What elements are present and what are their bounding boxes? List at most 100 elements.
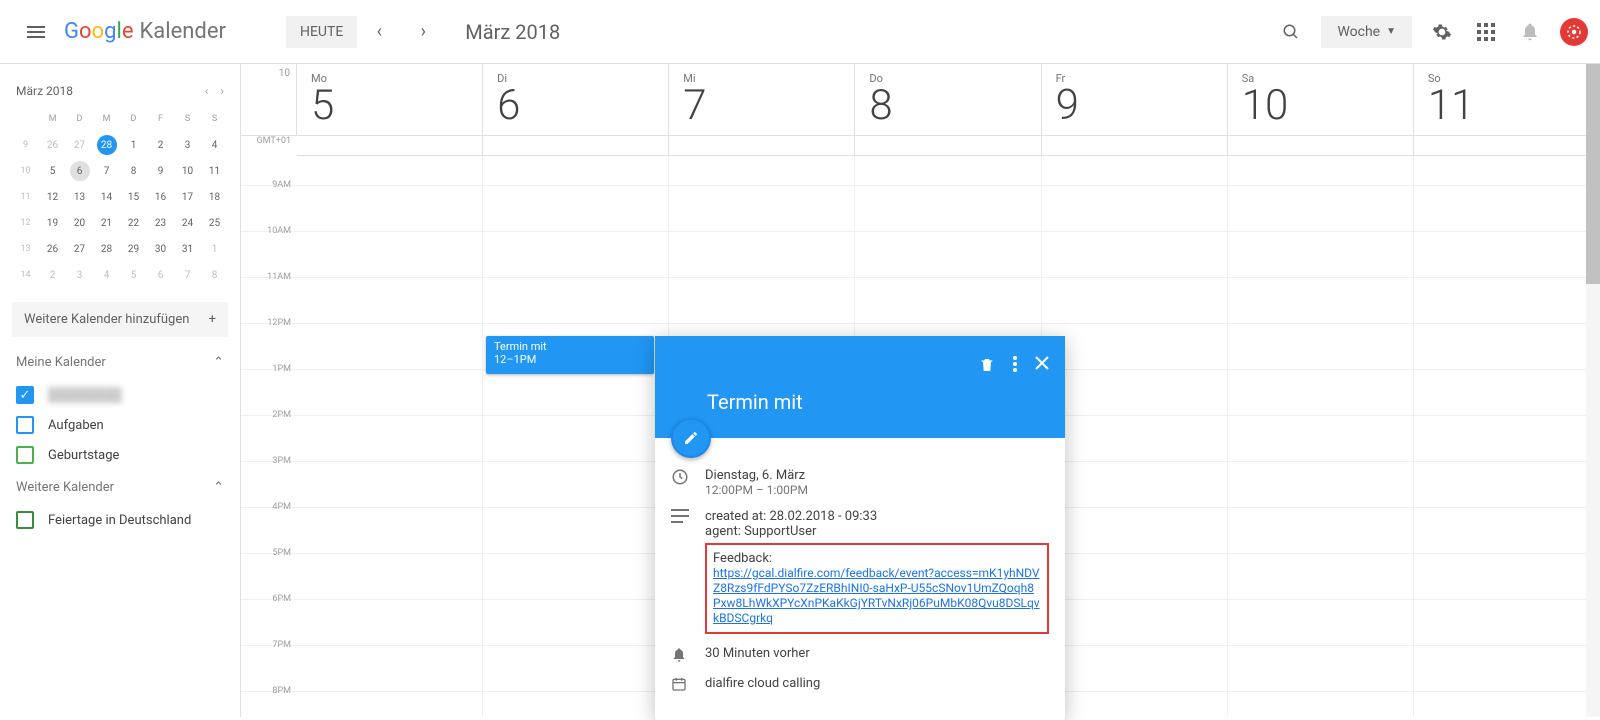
feedback-link[interactable]: https://gcal.dialfire.com/feedback/event… (713, 566, 1040, 625)
calendar-checkbox[interactable] (16, 446, 34, 464)
day-header[interactable]: Di6 (483, 64, 669, 135)
scrollbar-thumb[interactable] (1586, 64, 1600, 284)
more-options-button[interactable] (1013, 356, 1017, 374)
mini-day[interactable]: 14 (93, 184, 120, 210)
mini-day[interactable]: 10 (174, 158, 201, 184)
delete-event-button[interactable] (979, 356, 995, 374)
day-header[interactable]: Sa10 (1228, 64, 1414, 135)
main-menu-button[interactable] (12, 8, 60, 56)
calendar-item[interactable]: ✓████████ (8, 380, 232, 410)
today-button[interactable]: HEUTE (286, 16, 357, 48)
day-header[interactable]: Mo5 (297, 64, 483, 135)
mini-day[interactable]: 15 (120, 184, 147, 210)
add-calendar-label: Weitere Kalender hinzufügen (24, 312, 189, 327)
day-header[interactable]: So11 (1414, 64, 1600, 135)
calendar-checkbox[interactable] (16, 511, 34, 529)
search-button[interactable] (1271, 12, 1311, 52)
feedback-highlight-box: Feedback: https://gcal.dialfire.com/feed… (705, 543, 1049, 634)
dialfire-icon (1565, 23, 1583, 41)
settings-button[interactable] (1422, 12, 1462, 52)
mini-day[interactable]: 18 (201, 184, 228, 210)
mini-day[interactable]: 20 (66, 210, 93, 236)
mini-day[interactable]: 3 (66, 262, 93, 288)
calendar-checkbox[interactable]: ✓ (16, 386, 34, 404)
week-number: 10 (241, 64, 297, 135)
close-icon (1035, 356, 1049, 370)
mini-day[interactable]: 4 (201, 132, 228, 158)
apps-grid-icon (1477, 23, 1495, 41)
mini-day[interactable]: 30 (147, 236, 174, 262)
mini-day[interactable]: 24 (174, 210, 201, 236)
mini-day[interactable]: 22 (120, 210, 147, 236)
mini-day[interactable]: 19 (39, 210, 66, 236)
search-icon (1282, 23, 1300, 41)
mini-day[interactable]: 16 (147, 184, 174, 210)
mini-day[interactable]: 11 (201, 158, 228, 184)
mini-day[interactable]: 2 (147, 132, 174, 158)
mini-next-button[interactable]: › (220, 84, 224, 98)
mini-day[interactable]: 31 (174, 236, 201, 262)
more-vertical-icon (1013, 356, 1017, 372)
calendar-item[interactable]: Aufgaben (8, 410, 232, 440)
mini-day[interactable]: 5 (39, 158, 66, 184)
mini-prev-button[interactable]: ‹ (205, 84, 209, 98)
my-calendars-label: Meine Kalender (16, 355, 106, 370)
mini-day[interactable]: 6 (147, 262, 174, 288)
month-label: März 2018 (465, 20, 560, 44)
mini-day[interactable]: 26 (39, 236, 66, 262)
mini-day[interactable]: 27 (66, 132, 93, 158)
edit-event-button[interactable] (671, 418, 711, 458)
popup-date: Dienstag, 6. März (705, 468, 1049, 483)
view-selector[interactable]: Woche ▼ (1321, 16, 1412, 48)
mini-day[interactable]: 26 (39, 132, 66, 158)
dialfire-badge[interactable] (1560, 18, 1588, 46)
mini-day[interactable]: 8 (201, 262, 228, 288)
day-header[interactable]: Do8 (855, 64, 1041, 135)
mini-day[interactable]: 13 (66, 184, 93, 210)
apps-button[interactable] (1466, 12, 1506, 52)
mini-day[interactable]: 25 (201, 210, 228, 236)
other-calendars-section[interactable]: Weitere Kalender ⌃ (8, 470, 232, 505)
mini-day[interactable]: 12 (39, 184, 66, 210)
day-header[interactable]: Mi7 (669, 64, 855, 135)
mini-day[interactable]: 7 (174, 262, 201, 288)
mini-day[interactable]: 8 (120, 158, 147, 184)
close-popup-button[interactable] (1035, 356, 1049, 374)
google-logo[interactable]: Google (64, 19, 133, 44)
mini-day[interactable]: 17 (174, 184, 201, 210)
mini-day[interactable]: 3 (174, 132, 201, 158)
scrollbar[interactable] (1586, 64, 1600, 717)
mini-day[interactable]: 2 (39, 262, 66, 288)
mini-day[interactable]: 4 (93, 262, 120, 288)
chevron-up-icon: ⌃ (213, 480, 224, 495)
popup-time: 12:00PM – 1:00PM (705, 483, 1049, 497)
mini-day[interactable]: 28 (93, 236, 120, 262)
calendar-item[interactable]: Feiertage in Deutschland (8, 505, 232, 535)
event-title: Termin mit (494, 340, 646, 353)
mini-day[interactable]: 21 (93, 210, 120, 236)
prev-week-button[interactable]: ‹ (363, 16, 395, 48)
mini-day[interactable]: 28 (93, 132, 120, 158)
mini-day[interactable]: 29 (120, 236, 147, 262)
day-header[interactable]: Fr9 (1042, 64, 1228, 135)
calendar-item[interactable]: Geburtstage (8, 440, 232, 470)
mini-day[interactable]: 5 (120, 262, 147, 288)
event-chip[interactable]: Termin mit 12–1PM (486, 336, 654, 374)
mini-day[interactable]: 7 (93, 158, 120, 184)
mini-day[interactable]: 6 (66, 158, 93, 184)
popup-calendar: dialfire cloud calling (705, 676, 1049, 692)
mini-day[interactable]: 9 (147, 158, 174, 184)
mini-day[interactable]: 1 (120, 132, 147, 158)
next-week-button[interactable]: › (407, 16, 439, 48)
chevron-down-icon: ▼ (1386, 26, 1396, 37)
mini-day[interactable]: 1 (201, 236, 228, 262)
bell-icon (671, 646, 691, 664)
my-calendars-section[interactable]: Meine Kalender ⌃ (8, 345, 232, 380)
calendar-checkbox[interactable] (16, 416, 34, 434)
mini-day[interactable]: 23 (147, 210, 174, 236)
mini-calendar[interactable]: MDMDFSS926272812341056789101111121314151… (8, 106, 232, 288)
mini-day[interactable]: 27 (66, 236, 93, 262)
notifications-button[interactable] (1510, 12, 1550, 52)
popup-created: created at: 28.02.2018 - 09:33 (705, 509, 1049, 524)
add-calendar-button[interactable]: Weitere Kalender hinzufügen + (12, 302, 228, 337)
